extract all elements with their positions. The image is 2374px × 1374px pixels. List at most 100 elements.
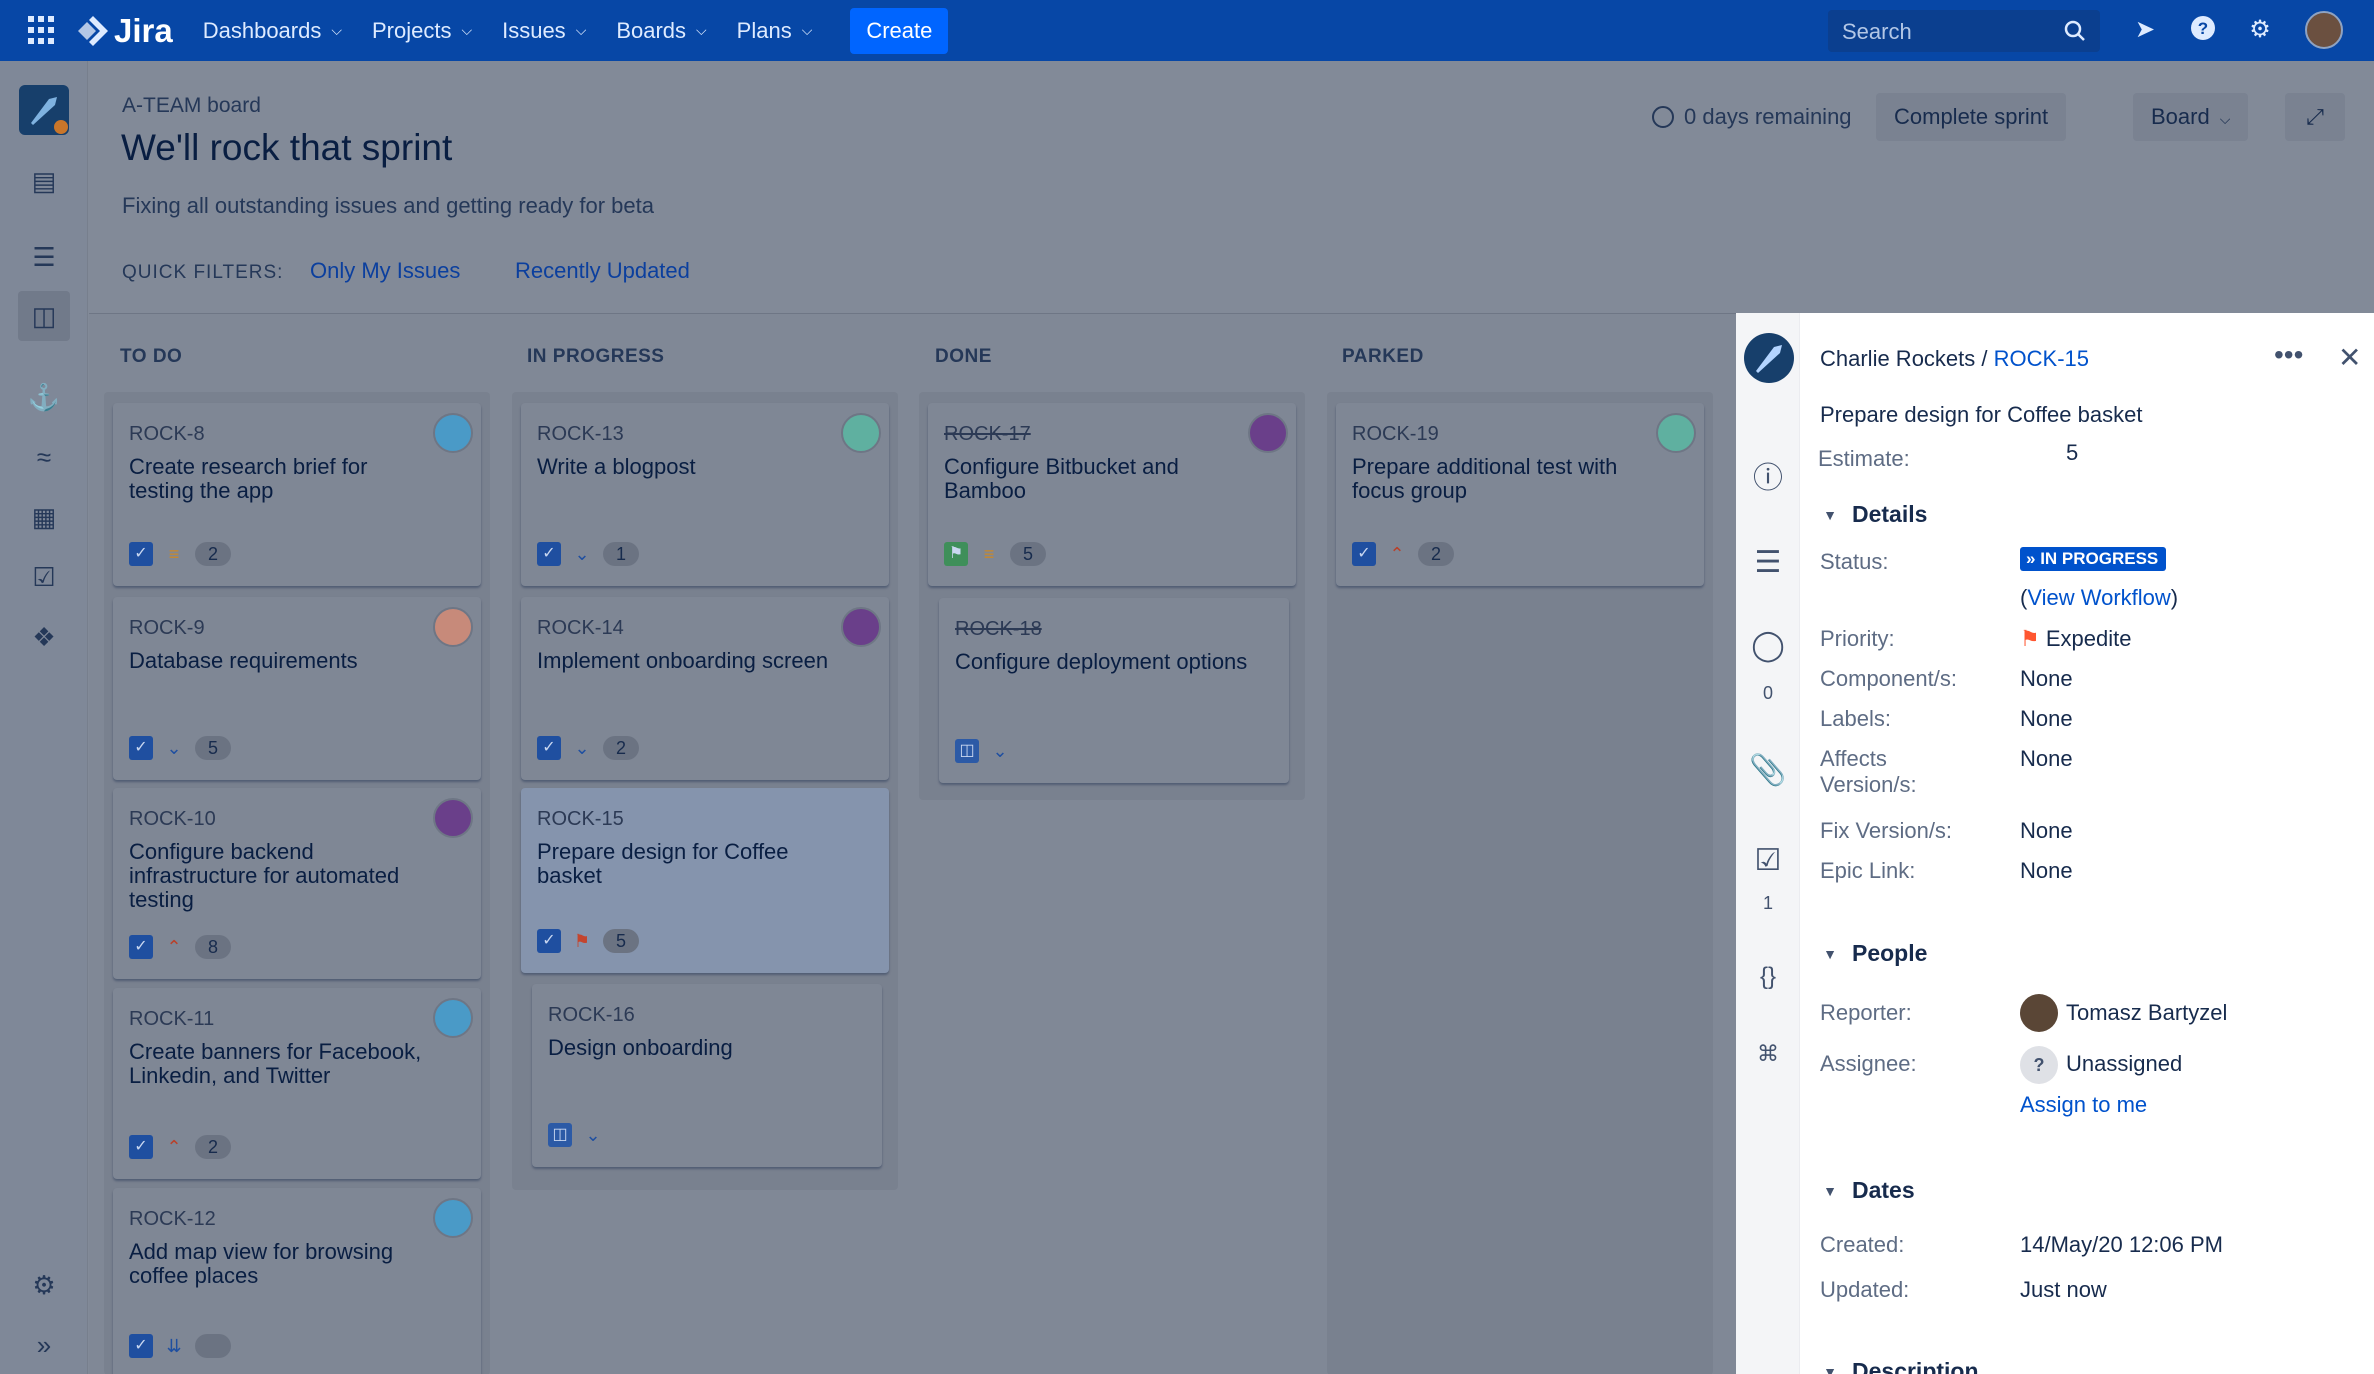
quick-filter-only-my-issues[interactable]: Only My Issues bbox=[310, 258, 460, 284]
subtasks-icon[interactable]: ☑ bbox=[1748, 843, 1788, 878]
assignee-value[interactable]: Unassigned bbox=[2066, 1051, 2182, 1077]
active-sprints-board-icon[interactable]: ◫ bbox=[18, 291, 70, 341]
description-lines-icon[interactable]: ☰ bbox=[1748, 545, 1788, 580]
quick-filter-recently-updated[interactable]: Recently Updated bbox=[515, 258, 690, 284]
card-footer: ◫ ⌄ bbox=[955, 739, 1021, 763]
issue-card[interactable]: ROCK-8 Create research brief for testing… bbox=[113, 403, 481, 586]
issue-card[interactable]: ROCK-19 Prepare additional test with foc… bbox=[1336, 403, 1704, 586]
app-switcher-icon[interactable] bbox=[28, 15, 58, 46]
issue-card[interactable]: ROCK-17 Configure Bitbucket and Bamboo ⚑… bbox=[928, 403, 1296, 586]
jira-logo[interactable]: Jira bbox=[76, 12, 173, 50]
issue-card[interactable]: ROCK-13 Write a blogpost ✓ ⌄ 1 bbox=[521, 403, 889, 586]
nav-projects[interactable]: Projects ⌵ bbox=[372, 18, 472, 44]
priority-expedite-icon: ⚑ bbox=[573, 930, 591, 951]
task-type-icon: ✓ bbox=[537, 542, 561, 566]
details-info-icon[interactable]: ⓘ bbox=[1748, 453, 1788, 497]
issue-card[interactable]: ROCK-16 Design onboarding ◫ ⌄ bbox=[532, 984, 882, 1167]
complete-sprint-button[interactable]: Complete sprint bbox=[1876, 93, 2067, 141]
nav-plans[interactable]: Plans ⌵ bbox=[737, 18, 813, 44]
calendar-icon[interactable]: ▦ bbox=[26, 499, 62, 535]
issue-key-link[interactable]: ROCK-15 bbox=[1994, 346, 2089, 371]
reporter-avatar bbox=[2020, 994, 2058, 1032]
assignee-avatar bbox=[1248, 413, 1288, 453]
fix-versions-value[interactable]: None bbox=[2020, 818, 2073, 844]
search-input[interactable]: Search bbox=[1828, 10, 2100, 52]
add-ons-puzzle-icon[interactable]: ❖ bbox=[26, 619, 62, 655]
estimate-value[interactable]: 5 bbox=[2066, 440, 2078, 466]
issue-card-selected[interactable]: ROCK-15 Prepare design for Coffee basket… bbox=[521, 788, 889, 973]
attachments-paperclip-icon[interactable]: 📎 bbox=[1748, 753, 1788, 788]
labels-label: Labels: bbox=[1820, 706, 1891, 731]
priority-text: Expedite bbox=[2045, 626, 2132, 651]
close-icon[interactable]: ✕ bbox=[2338, 341, 2361, 374]
details-heading: Details bbox=[1852, 501, 1928, 527]
nav-issues[interactable]: Issues ⌵ bbox=[502, 18, 586, 44]
components-value[interactable]: None bbox=[2020, 666, 2073, 692]
issues-monitor-icon[interactable]: ☑ bbox=[26, 559, 62, 595]
labels-value[interactable]: None bbox=[2020, 706, 2073, 732]
user-avatar[interactable] bbox=[2305, 11, 2343, 49]
priority-low-icon: ⌄ bbox=[574, 737, 590, 758]
board-menu-button[interactable]: Board ⌵ bbox=[2133, 93, 2249, 141]
main-nav: Dashboards ⌵ Projects ⌵ Issues ⌵ Boards ⌵ Pl… bbox=[203, 18, 843, 44]
expand-sidebar-icon[interactable]: » bbox=[26, 1327, 62, 1363]
story-points-badge: 5 bbox=[603, 929, 639, 953]
issue-summary[interactable]: Prepare design for Coffee basket bbox=[1820, 402, 2142, 428]
assign-to-me-link[interactable]: Assign to me bbox=[2020, 1092, 2147, 1118]
settings-gear-icon[interactable]: ⚙ bbox=[2245, 15, 2275, 45]
issue-key: ROCK-8 bbox=[129, 423, 205, 445]
project-avatar[interactable] bbox=[19, 85, 69, 135]
status-badge[interactable]: » IN PROGRESS bbox=[2020, 547, 2167, 571]
nav-dashboards[interactable]: Dashboards ⌵ bbox=[203, 18, 342, 44]
issue-card[interactable]: ROCK-18 Configure deployment options ◫ ⌄ bbox=[939, 598, 1289, 783]
more-actions-icon[interactable]: ••• bbox=[2274, 339, 2303, 371]
people-section-toggle[interactable]: ▼ People bbox=[1820, 940, 1927, 967]
issue-card[interactable]: ROCK-9 Database requirements ✓ ⌄ 5 bbox=[113, 597, 481, 780]
epic-link-value[interactable]: None bbox=[2020, 858, 2073, 884]
affects-versions-value[interactable]: None bbox=[2020, 746, 2073, 772]
issue-key: ROCK-14 bbox=[537, 617, 624, 639]
issue-key: ROCK-9 bbox=[129, 617, 205, 639]
releases-ship-icon[interactable]: ⚓ bbox=[26, 379, 62, 415]
board-header: A-TEAM board We'll rock that sprint Fixi… bbox=[89, 61, 2374, 313]
fullscreen-icon[interactable]: ⤢ bbox=[2285, 93, 2345, 141]
priority-low-icon: ⌄ bbox=[585, 1124, 601, 1145]
assignee-avatar bbox=[433, 413, 473, 453]
story-points-badge: 5 bbox=[1010, 542, 1046, 566]
links-icon[interactable]: ⌘ bbox=[1748, 1041, 1788, 1067]
help-icon[interactable]: ? bbox=[2188, 15, 2218, 45]
reporter-value[interactable]: Tomasz Bartyzel bbox=[2066, 1000, 2227, 1026]
story-points-badge: 2 bbox=[1418, 542, 1454, 566]
issue-summary: Configure backend infrastructure for aut… bbox=[129, 839, 400, 912]
project-link[interactable]: Charlie Rockets bbox=[1820, 346, 1975, 371]
priority-low-icon: ⌄ bbox=[166, 737, 182, 758]
project-settings-gear-icon[interactable]: ⚙ bbox=[26, 1267, 62, 1303]
priority-value[interactable]: ⚑ Expedite bbox=[2020, 626, 2131, 652]
issue-card[interactable]: ROCK-14 Implement onboarding screen ✓ ⌄ … bbox=[521, 597, 889, 780]
roadmap-icon[interactable]: ▤ bbox=[26, 163, 62, 199]
development-code-icon[interactable]: {} bbox=[1748, 963, 1788, 991]
subtasks-count: 1 bbox=[1762, 893, 1773, 913]
story-type-icon: ⚑ bbox=[944, 542, 968, 566]
nav-boards[interactable]: Boards ⌵ bbox=[616, 18, 706, 44]
issue-card[interactable]: ROCK-11 Create banners for Facebook, Lin… bbox=[113, 988, 481, 1179]
reports-chart-icon[interactable]: ≈ bbox=[26, 439, 62, 475]
dates-section-toggle[interactable]: ▼ Dates bbox=[1820, 1177, 1915, 1204]
issue-card[interactable]: ROCK-12 Add map view for browsing coffee… bbox=[113, 1188, 481, 1374]
subtask-type-icon: ◫ bbox=[955, 739, 979, 763]
task-type-icon: ✓ bbox=[537, 736, 561, 760]
comments-icon[interactable]: ◯ bbox=[1748, 628, 1788, 663]
notifications-megaphone-icon[interactable]: ➤ bbox=[2130, 15, 2160, 45]
issue-summary: Create research brief for testing the ap… bbox=[129, 454, 368, 503]
reporter-label: Reporter: bbox=[1820, 1000, 1912, 1025]
description-section-toggle[interactable]: ▼ Description bbox=[1820, 1358, 1978, 1374]
chevron-down-icon: ▼ bbox=[1823, 945, 1837, 962]
view-workflow-link[interactable]: View Workflow bbox=[2027, 585, 2170, 610]
backlog-icon[interactable]: ☰ bbox=[26, 239, 62, 275]
affects-label-line-1: Affects bbox=[1820, 746, 1887, 771]
breadcrumb[interactable]: A-TEAM board bbox=[122, 94, 261, 118]
details-section-toggle[interactable]: ▼ Details bbox=[1820, 501, 1927, 528]
issue-card[interactable]: ROCK-10 Configure backend infrastructure… bbox=[113, 788, 481, 979]
create-button[interactable]: Create bbox=[850, 7, 949, 54]
issue-key: ROCK-12 bbox=[129, 1208, 216, 1230]
